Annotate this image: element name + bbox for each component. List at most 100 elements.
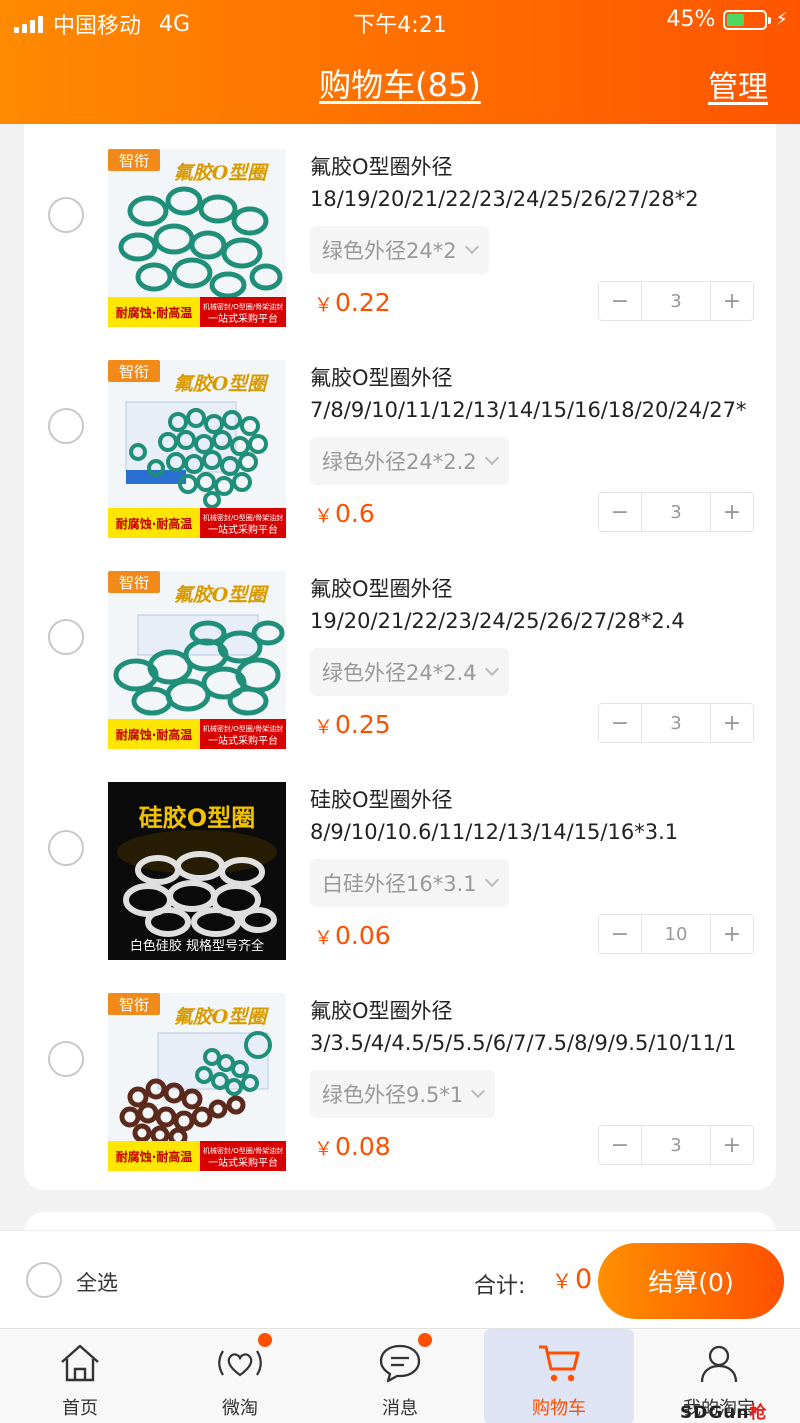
product-image[interactable]: 硅胶O型圈 白色硅胶 规格型号齐全	[108, 782, 286, 960]
image-footer-left: 耐腐蚀·耐高温	[116, 305, 193, 320]
quantity-stepper[interactable]: − 3 +	[598, 492, 754, 532]
cart-item[interactable]: 硅胶O型圈 白色硅胶 规格型号齐全 硅胶O型圈外径 8/9/10/10.6/11…	[24, 757, 776, 968]
image-footer-left: 耐腐蚀·耐高温	[116, 1149, 193, 1164]
image-footer-right-1: 机械密封/O型圈/骨架油封	[203, 724, 283, 733]
product-title[interactable]: 氟胶O型圈外径 19/20/21/22/23/24/25/26/27/28*2.…	[310, 573, 770, 637]
decrease-button[interactable]: −	[599, 493, 641, 531]
decrease-button[interactable]: −	[599, 704, 641, 742]
quantity-stepper[interactable]: − 10 +	[598, 914, 754, 954]
image-footer: 白色硅胶 规格型号齐全	[130, 938, 264, 954]
image-footer-right-2: 一站式采购平台	[208, 734, 278, 747]
item-select-radio[interactable]	[48, 197, 84, 233]
tab-messages[interactable]: 消息	[325, 1329, 475, 1423]
item-price: ￥0.08	[314, 1132, 391, 1161]
total-label: 合计:	[474, 1274, 526, 1299]
quantity-stepper[interactable]: − 3 +	[598, 703, 754, 743]
decrease-button[interactable]: −	[599, 915, 641, 953]
sku-label: 绿色外径24*2.2	[322, 450, 477, 474]
image-heading: 氟胶O型圈	[174, 1006, 270, 1028]
tab-home[interactable]: 首页	[5, 1329, 155, 1423]
product-title-line1: 氟胶O型圈外径	[310, 366, 453, 390]
image-heading: 硅胶O型圈	[139, 804, 255, 832]
product-image[interactable]: 智衔 氟胶O型圈 耐腐蚀·耐高温 机械密封/O型圈/骨架油封 一站式采购平台	[108, 993, 286, 1171]
brand-tag: 智衔	[119, 574, 149, 592]
user-icon	[700, 1345, 738, 1383]
tab-cart[interactable]: 购物车	[484, 1329, 634, 1423]
cart-item[interactable]: 智衔 氟胶O型圈 耐腐蚀·耐高温 机械密封/O型圈/骨架油封 一站式采购平台 氟…	[24, 124, 776, 335]
item-select-radio[interactable]	[48, 619, 84, 655]
item-price: ￥0.6	[314, 499, 375, 528]
cart-item[interactable]: 智衔 氟胶O型圈 耐腐蚀·耐高温 机械密封/O型圈/骨架油封 一站式采购平台 氟…	[24, 968, 776, 1179]
chevron-down-icon	[484, 661, 499, 677]
notification-dot	[418, 1333, 432, 1347]
item-select-radio[interactable]	[48, 1041, 84, 1077]
chevron-down-icon	[471, 1083, 486, 1099]
image-heading: 氟胶O型圈	[174, 162, 270, 184]
image-footer-right-1: 机械密封/O型圈/骨架油封	[203, 302, 283, 311]
quantity-input[interactable]: 3	[641, 704, 711, 742]
quantity-input[interactable]: 3	[641, 1126, 711, 1164]
tab-label: 消息	[382, 1398, 418, 1419]
battery-percent: 45%	[666, 7, 716, 32]
sku-label: 绿色外径9.5*1	[322, 1083, 464, 1107]
quantity-stepper[interactable]: − 3 +	[598, 281, 754, 321]
product-title[interactable]: 氟胶O型圈外径 18/19/20/21/22/23/24/25/26/27/28…	[310, 151, 770, 215]
image-footer-left: 耐腐蚀·耐高温	[116, 727, 193, 742]
sku-selector[interactable]: 绿色外径9.5*1	[310, 1070, 496, 1118]
product-title[interactable]: 氟胶O型圈外径 3/3.5/4/4.5/5/5.5/6/7/7.5/8/9/9.…	[310, 995, 770, 1059]
brand-tag: 智衔	[119, 996, 149, 1014]
image-footer-right-2: 一站式采购平台	[208, 312, 278, 325]
image-footer-right-2: 一站式采购平台	[208, 1156, 278, 1169]
manage-button[interactable]: 管理	[708, 62, 768, 106]
checkout-button[interactable]: 结算(0)	[598, 1243, 784, 1319]
select-all-label[interactable]: 全选	[76, 1267, 118, 1297]
cart-item[interactable]: 智衔 氟胶O型圈 耐腐蚀·耐高温 机械密封/O型圈/骨架油封 一站式采购平台 氟…	[24, 335, 776, 546]
checkout-bar: 全选 合计: ￥ 0 结算(0)	[0, 1230, 800, 1328]
quantity-stepper[interactable]: − 3 +	[598, 1125, 754, 1165]
quantity-input[interactable]: 3	[641, 282, 711, 320]
product-title-line2: 18/19/20/21/22/23/24/25/26/27/28*2	[310, 187, 699, 211]
image-heading: 氟胶O型圈	[174, 373, 270, 395]
watermark-logo: SDGun枪	[680, 1403, 768, 1423]
product-title-line2: 3/3.5/4/4.5/5/5.5/6/7/7.5/8/9/9.5/10/11/…	[310, 1031, 737, 1055]
brand-tag: 智衔	[119, 152, 149, 170]
product-image[interactable]: 智衔 氟胶O型圈 耐腐蚀·耐高温 机械密封/O型圈/骨架油封 一站式采购平台	[108, 571, 286, 749]
product-title[interactable]: 硅胶O型圈外径 8/9/10/10.6/11/12/13/14/15/16*3.…	[310, 784, 770, 848]
image-footer-right-1: 机械密封/O型圈/骨架油封	[203, 513, 283, 522]
quantity-input[interactable]: 3	[641, 493, 711, 531]
item-select-radio[interactable]	[48, 830, 84, 866]
select-all-radio[interactable]	[26, 1262, 62, 1298]
product-image[interactable]: 智衔 氟胶O型圈 耐腐蚀·耐高温 机械密封/O型圈/骨架油封 一站式采购平台	[108, 360, 286, 538]
sku-selector[interactable]: 绿色外径24*2.2	[310, 437, 509, 485]
tab-weitao[interactable]: 微淘	[165, 1329, 315, 1423]
item-select-radio[interactable]	[48, 408, 84, 444]
increase-button[interactable]: +	[711, 704, 753, 742]
image-footer-right-1: 机械密封/O型圈/骨架油封	[203, 1146, 283, 1155]
page-title[interactable]: 购物车(85)	[0, 60, 800, 106]
decrease-button[interactable]: −	[599, 282, 641, 320]
image-footer-right-2: 一站式采购平台	[208, 523, 278, 536]
increase-button[interactable]: +	[711, 493, 753, 531]
cart-item-list: 智衔 氟胶O型圈 耐腐蚀·耐高温 机械密封/O型圈/骨架油封 一站式采购平台 氟…	[24, 124, 776, 1190]
product-image[interactable]: 智衔 氟胶O型圈 耐腐蚀·耐高温 机械密封/O型圈/骨架油封 一站式采购平台	[108, 149, 286, 327]
increase-button[interactable]: +	[711, 915, 753, 953]
sku-selector[interactable]: 绿色外径24*2	[310, 226, 489, 274]
sku-label: 绿色外径24*2.4	[322, 661, 477, 685]
sku-selector[interactable]: 绿色外径24*2.4	[310, 648, 509, 696]
quantity-input[interactable]: 10	[641, 915, 711, 953]
increase-button[interactable]: +	[711, 282, 753, 320]
image-heading: 氟胶O型圈	[174, 584, 270, 606]
chevron-down-icon	[484, 450, 499, 466]
sku-selector[interactable]: 白硅外径16*3.1	[310, 859, 509, 907]
product-title-line1: 硅胶O型圈外径	[310, 788, 453, 812]
increase-button[interactable]: +	[711, 1126, 753, 1164]
status-bar: 中国移动 4G 下午4:21 45% ⚡	[0, 0, 800, 42]
item-price: ￥0.22	[314, 288, 391, 317]
decrease-button[interactable]: −	[599, 1126, 641, 1164]
cart-item[interactable]: 智衔 氟胶O型圈 耐腐蚀·耐高温 机械密封/O型圈/骨架油封 一站式采购平台 氟…	[24, 546, 776, 757]
chevron-down-icon	[484, 872, 499, 888]
product-title-line2: 8/9/10/10.6/11/12/13/14/15/16*3.1	[310, 820, 679, 844]
product-title[interactable]: 氟胶O型圈外径 7/8/9/10/11/12/13/14/15/16/18/20…	[310, 362, 770, 426]
product-title-line2: 19/20/21/22/23/24/25/26/27/28*2.4	[310, 609, 685, 633]
total-amount: ￥ 0	[552, 1264, 593, 1295]
